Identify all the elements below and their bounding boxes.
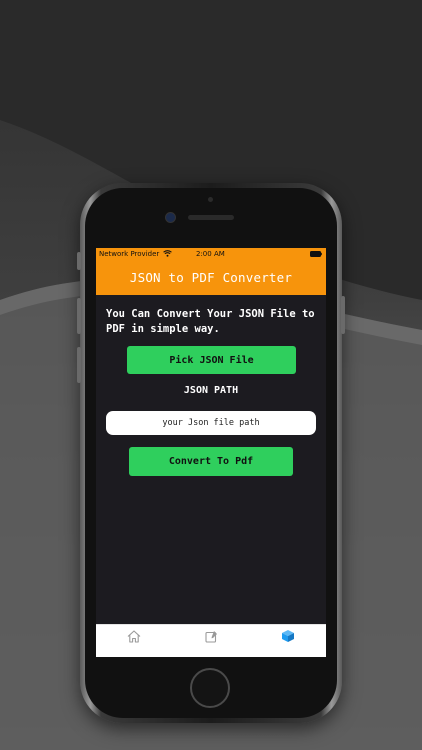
earpiece-speaker — [188, 215, 234, 220]
cube-icon — [282, 630, 294, 642]
front-camera — [165, 212, 176, 223]
carrier-name: Network Provider — [99, 250, 160, 258]
volume-down-button — [77, 347, 81, 383]
status-time: 2:00 AM — [196, 250, 225, 258]
app-title: JSON to PDF Converter — [129, 270, 293, 285]
convert-to-pdf-button[interactable]: Convert To Pdf — [129, 447, 293, 476]
proximity-sensor — [208, 197, 213, 202]
status-bar: Network Provider 2:00 AM — [96, 248, 326, 260]
tab-cube[interactable] — [250, 625, 326, 647]
battery-icon — [310, 251, 322, 257]
json-path-field[interactable]: your Json file path — [106, 411, 316, 435]
volume-up-button — [77, 298, 81, 334]
edit-icon — [204, 630, 217, 643]
mute-switch — [77, 252, 81, 270]
tab-home[interactable] — [96, 625, 172, 647]
home-icon — [127, 629, 141, 643]
pick-json-file-button[interactable]: Pick JSON File — [127, 346, 296, 374]
marketing-backdrop: Network Provider 2:00 AM JSON to PDF Con… — [0, 0, 422, 750]
tab-edit[interactable] — [173, 625, 249, 647]
json-path-label: JSON PATH — [183, 385, 239, 396]
home-button[interactable] — [190, 668, 230, 708]
tab-bar — [96, 624, 326, 657]
intro-text: You Can Convert Your JSON File to PDF in… — [106, 308, 315, 335]
app-header: JSON to PDF Converter — [96, 260, 326, 295]
power-button — [341, 296, 345, 334]
app-screen: Network Provider 2:00 AM JSON to PDF Con… — [96, 248, 326, 657]
wifi-icon — [163, 250, 172, 257]
